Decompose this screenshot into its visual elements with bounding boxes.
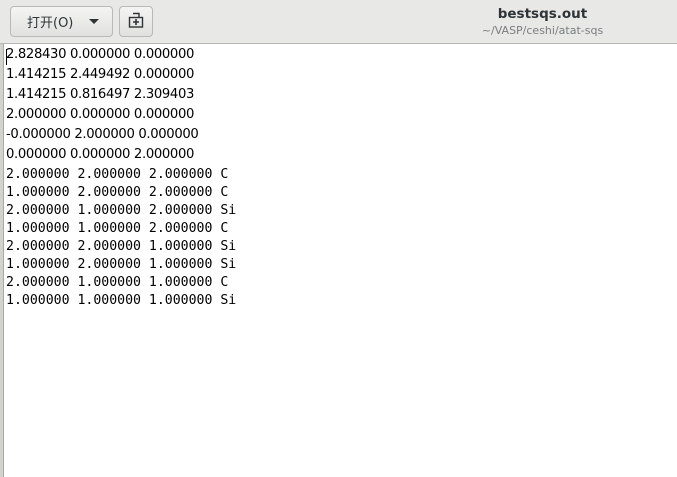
text-line: 2.000000 2.000000 1.000000 Si [6, 239, 237, 254]
window-subtitle: ~/VASP/ceshi/atat-sqs [481, 24, 604, 37]
chevron-down-icon [89, 19, 99, 24]
window-title: bestsqs.out [497, 6, 588, 22]
new-document-button[interactable] [119, 6, 153, 37]
text-line: -0.000000 2.000000 0.000000 [6, 127, 199, 142]
text-cursor [6, 49, 7, 65]
left-margin [0, 44, 4, 477]
text-line: 2.828430 0.000000 0.000000 [6, 47, 195, 62]
text-editor-window: 打开(O) bestsqs.out ~/VASP/ceshi/atat-sqs … [0, 0, 677, 477]
title-block: bestsqs.out ~/VASP/ceshi/atat-sqs [400, 5, 677, 39]
text-line: 1.414215 0.816497 2.309403 [6, 87, 195, 102]
text-line: 1.000000 2.000000 1.000000 Si [6, 257, 237, 272]
text-line: 1.000000 1.000000 1.000000 Si [6, 293, 237, 308]
text-line: 1.000000 1.000000 2.000000 C [6, 221, 229, 236]
text-line: 0.000000 0.000000 2.000000 [6, 147, 195, 162]
text-line: 2.000000 2.000000 2.000000 C [6, 167, 229, 182]
text-line: 2.000000 1.000000 1.000000 C [6, 275, 229, 290]
text-view[interactable]: 2.828430 0.000000 0.000000 1.414215 2.44… [5, 45, 677, 477]
open-button-label: 打开(O) [27, 16, 74, 31]
text-line: 1.414215 2.449492 0.000000 [6, 67, 195, 82]
text-line: 2.000000 0.000000 0.000000 [6, 107, 195, 122]
text-line: 1.000000 2.000000 2.000000 C [6, 185, 229, 200]
open-button[interactable]: 打开(O) [10, 6, 113, 37]
text-line: 2.000000 1.000000 2.000000 Si [6, 203, 237, 218]
header-bar: 打开(O) bestsqs.out ~/VASP/ceshi/atat-sqs [0, 0, 677, 44]
new-document-icon [128, 12, 144, 32]
